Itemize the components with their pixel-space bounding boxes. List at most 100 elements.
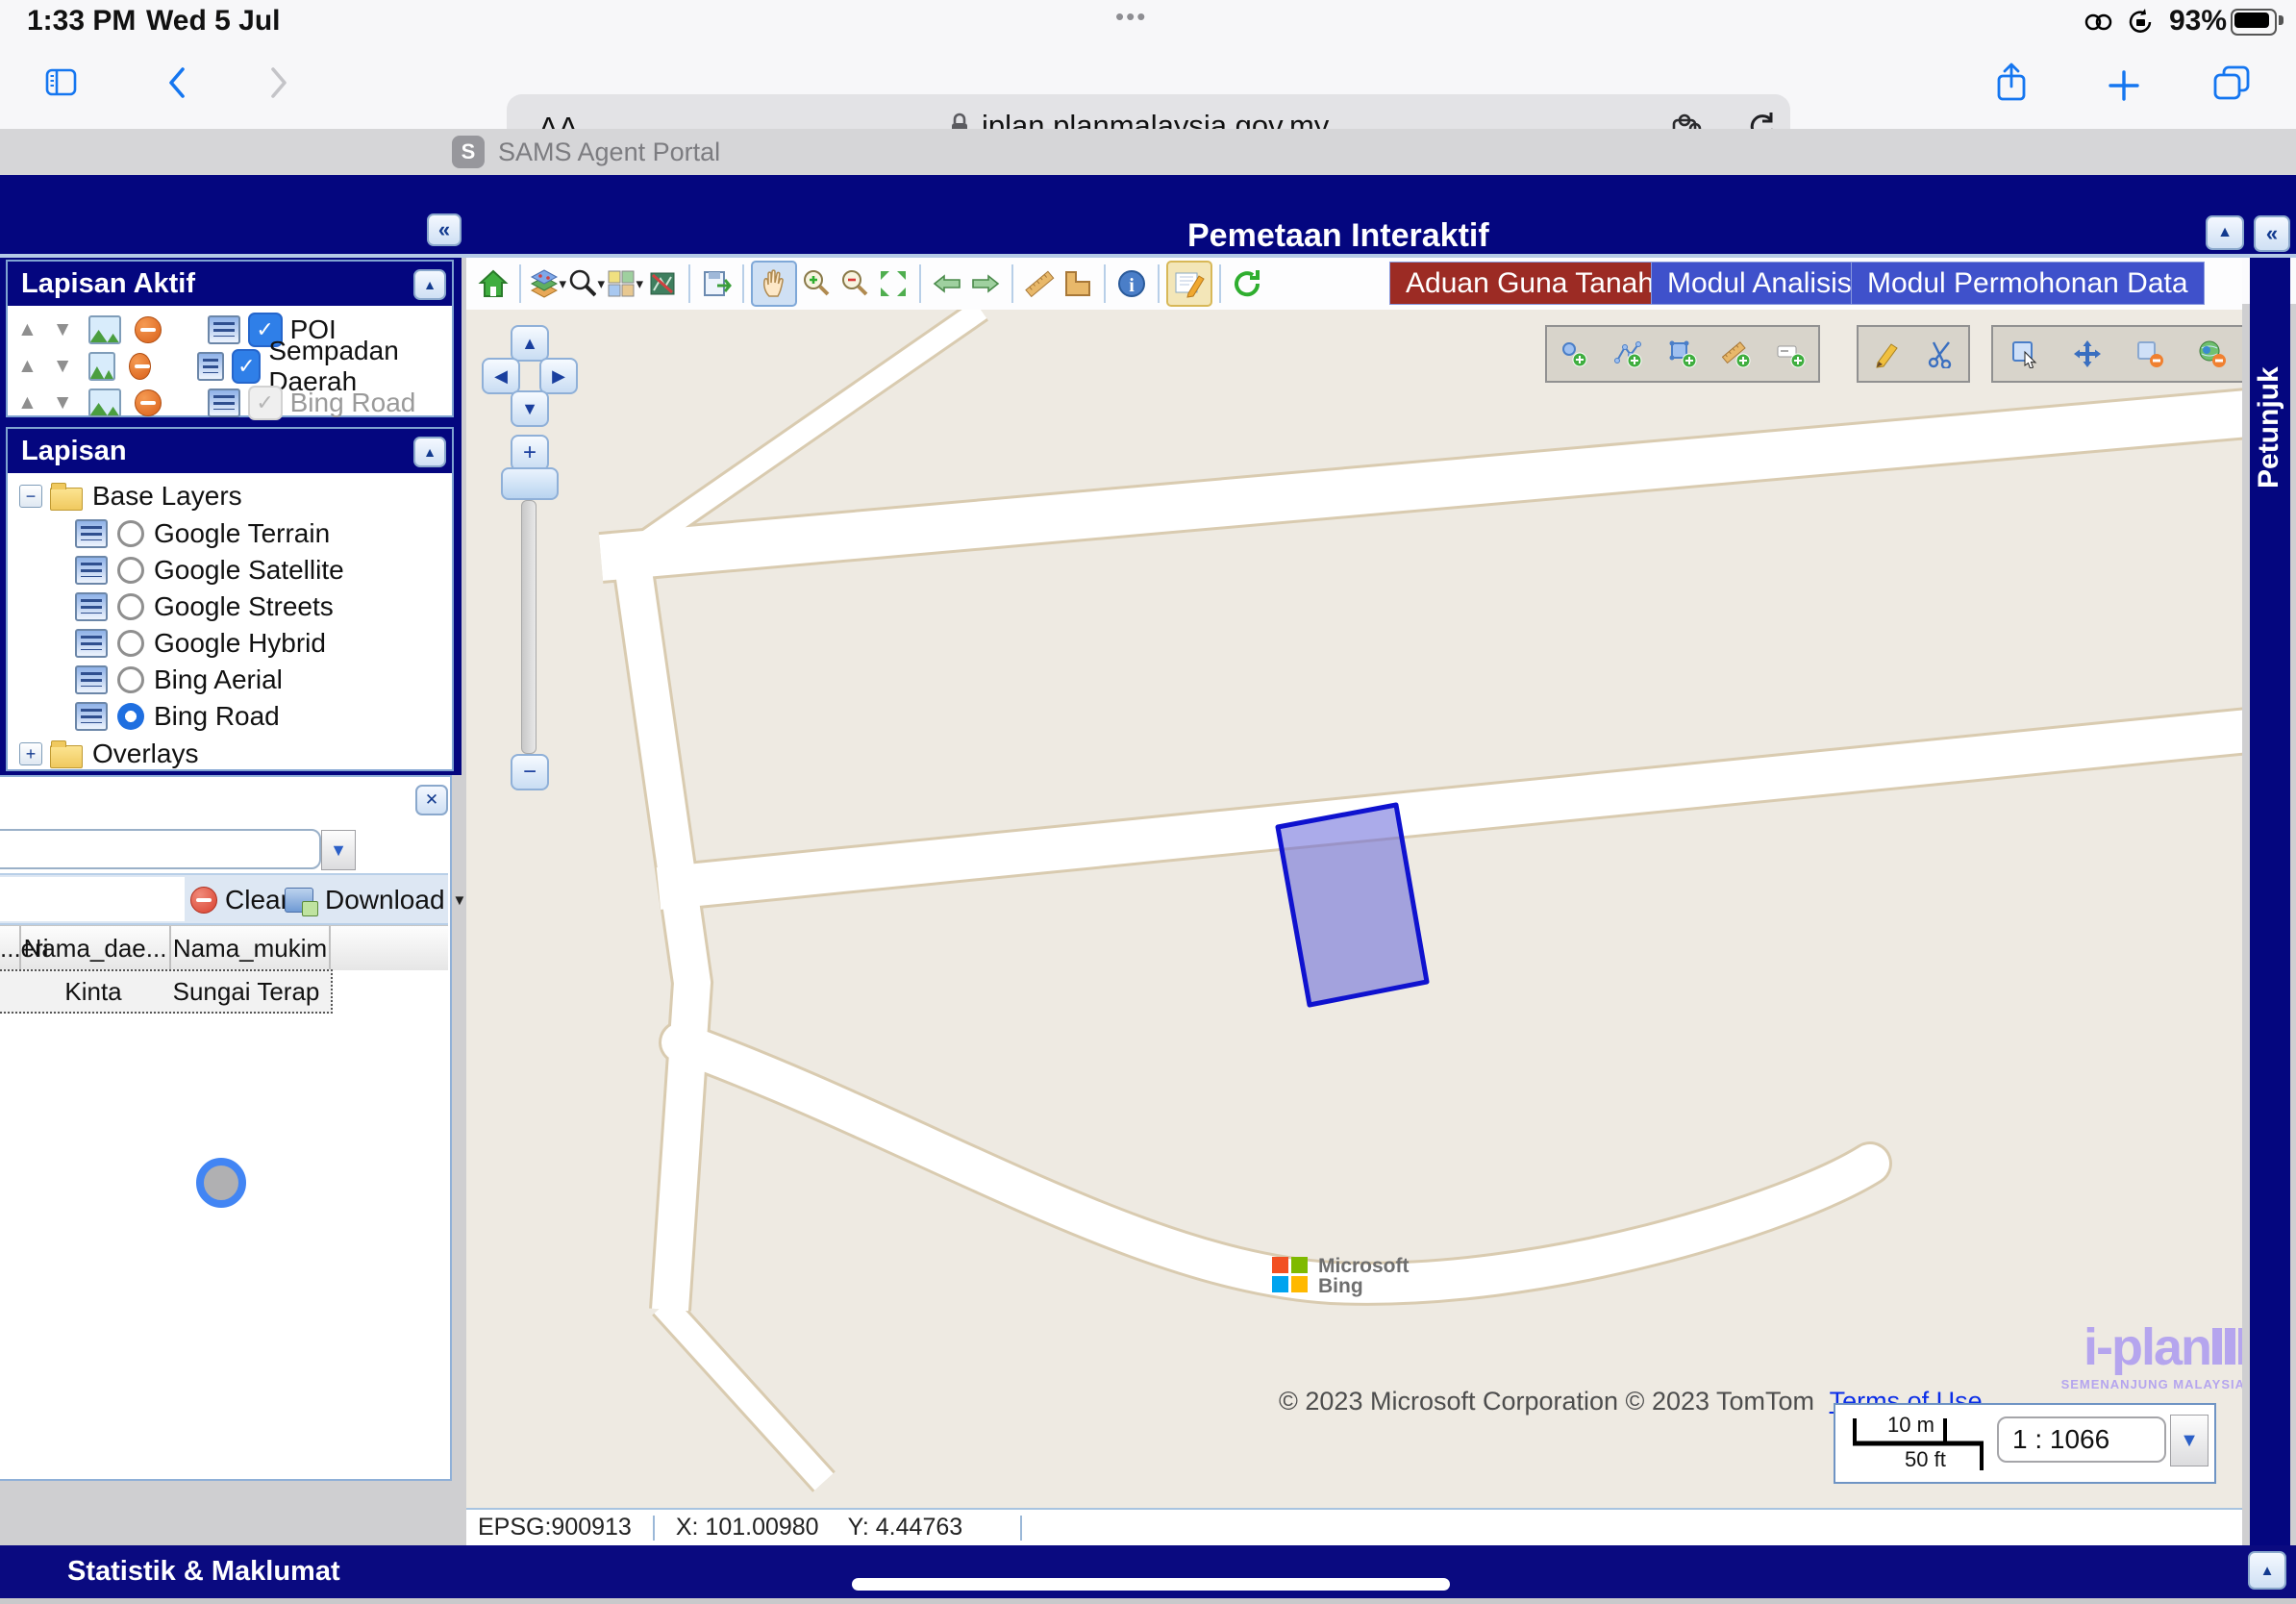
remove-layer-icon[interactable] xyxy=(129,353,151,380)
layer-preview-icon[interactable] xyxy=(88,388,121,417)
modul-analisis-button[interactable]: Modul Analisis xyxy=(1651,262,1868,305)
table-row[interactable]: Kinta Sungai Terap xyxy=(0,969,333,1014)
identify-info-icon[interactable]: i xyxy=(1112,263,1151,305)
next-extent-icon[interactable] xyxy=(966,263,1005,305)
move-layer-down-icon[interactable]: ▼ xyxy=(53,391,73,414)
cut-feature-scissors-icon[interactable] xyxy=(1927,339,1956,368)
expand-node-icon[interactable]: + xyxy=(19,742,42,765)
multitask-dots[interactable]: ••• xyxy=(1115,2,1147,32)
delete-feature-icon[interactable] xyxy=(2135,339,2164,368)
tabs-overview-icon[interactable] xyxy=(2211,63,2252,102)
remove-layer-icon[interactable] xyxy=(135,316,162,343)
home-indicator[interactable] xyxy=(852,1578,1450,1591)
legend-icon[interactable] xyxy=(75,665,108,694)
edit-map-tool-icon[interactable] xyxy=(1166,261,1212,307)
clear-button[interactable]: Clear xyxy=(190,885,289,915)
scale-select[interactable]: 1 : 1066 xyxy=(1997,1416,2166,1463)
radio-bing-aerial[interactable] xyxy=(117,666,144,693)
move-layer-down-icon[interactable]: ▼ xyxy=(53,318,73,341)
search-input[interactable] xyxy=(0,829,321,869)
close-results-panel-button[interactable]: ✕ xyxy=(415,785,448,815)
legend-icon[interactable] xyxy=(197,352,224,381)
column-daerah[interactable]: Nama_dae... xyxy=(21,934,169,964)
download-button[interactable]: Download ▼ xyxy=(285,885,466,915)
column-mukim[interactable]: Nama_mukim xyxy=(171,934,329,964)
legend-icon[interactable] xyxy=(208,388,240,417)
layer-checkbox-bingroad[interactable]: ✓ xyxy=(248,386,283,420)
new-tab-icon[interactable] xyxy=(2106,67,2142,104)
radio-google-satellite[interactable] xyxy=(117,557,144,584)
layers-menu-icon[interactable]: ▾ xyxy=(528,263,566,305)
zoom-menu-icon[interactable]: ▾ xyxy=(566,263,605,305)
petunjuk-label[interactable]: Petunjuk xyxy=(2253,277,2285,489)
aduan-guna-tanah-button[interactable]: Aduan Guna Tanah xyxy=(1389,262,1670,305)
legend-icon[interactable] xyxy=(75,629,108,658)
column-negeri[interactable]: ...eri xyxy=(0,934,17,964)
pan-tool-icon[interactable] xyxy=(751,261,797,307)
pan-right-button[interactable]: ▶ xyxy=(539,358,578,394)
share-icon[interactable] xyxy=(1992,62,2031,102)
map-canvas[interactable]: ▲ ◀ ▶ ▼ + − xyxy=(466,310,2242,1508)
basemap-gallery-icon[interactable]: ▾ xyxy=(605,263,643,305)
legend-icon[interactable] xyxy=(75,592,108,621)
radio-bing-road[interactable] xyxy=(117,703,144,730)
sidebar-toggle-icon[interactable] xyxy=(44,65,79,100)
draw-point-icon[interactable] xyxy=(1560,339,1588,368)
layer-preview-icon[interactable] xyxy=(88,352,115,381)
legend-icon[interactable] xyxy=(75,519,108,548)
zoom-in-tool-icon[interactable] xyxy=(797,263,836,305)
scale-select-chevron[interactable]: ▼ xyxy=(2170,1415,2209,1466)
draw-label-icon[interactable] xyxy=(1777,339,1806,368)
move-feature-icon[interactable] xyxy=(2073,339,2102,368)
back-icon[interactable] xyxy=(162,65,194,100)
clear-graphics-globe-icon[interactable] xyxy=(2198,339,2227,368)
radio-google-terrain[interactable] xyxy=(117,520,144,547)
move-layer-up-icon[interactable]: ▲ xyxy=(17,318,37,341)
zoom-in-button[interactable]: + xyxy=(511,435,549,471)
tree-node-overlays[interactable]: + Overlays xyxy=(8,735,452,773)
draw-measure-icon[interactable] xyxy=(1722,339,1751,368)
zoom-slider-track[interactable] xyxy=(521,500,537,754)
pan-left-button[interactable]: ◀ xyxy=(482,358,520,394)
collapse-header-button[interactable]: ▲ xyxy=(2206,215,2244,250)
refresh-map-icon[interactable] xyxy=(1228,263,1266,305)
collapse-lapisan-button[interactable]: ▲ xyxy=(413,437,446,467)
remove-layer-icon[interactable] xyxy=(135,389,162,416)
radio-google-streets[interactable] xyxy=(117,593,144,620)
zoom-out-tool-icon[interactable] xyxy=(836,263,874,305)
legend-icon[interactable] xyxy=(208,315,240,344)
move-layer-down-icon[interactable]: ▼ xyxy=(53,355,73,378)
draw-polygon-icon[interactable] xyxy=(1668,339,1697,368)
tab-sams[interactable]: S SAMS Agent Portal xyxy=(452,129,720,175)
tree-node-base-layers[interactable]: − Base Layers xyxy=(8,477,452,515)
edit-feature-pencil-icon[interactable] xyxy=(1872,339,1901,368)
legend-icon[interactable] xyxy=(75,702,108,731)
collapse-petunjuk-button[interactable]: « xyxy=(2254,215,2290,252)
forward-icon[interactable] xyxy=(262,65,294,100)
collapse-node-icon[interactable]: − xyxy=(19,485,42,508)
radio-google-hybrid[interactable] xyxy=(117,630,144,657)
legend-icon[interactable] xyxy=(75,556,108,585)
select-feature-icon[interactable] xyxy=(2010,339,2039,368)
full-extent-icon[interactable] xyxy=(874,263,912,305)
zoom-out-button[interactable]: − xyxy=(511,754,549,790)
pan-up-button[interactable]: ▲ xyxy=(511,325,549,362)
pan-down-button[interactable]: ▼ xyxy=(511,390,549,427)
zoom-slider-handle[interactable] xyxy=(501,467,559,500)
previous-extent-icon[interactable] xyxy=(928,263,966,305)
home-extent-icon[interactable] xyxy=(474,263,512,305)
clear-map-icon[interactable] xyxy=(643,263,682,305)
measure-distance-icon[interactable] xyxy=(1020,263,1059,305)
move-layer-up-icon[interactable]: ▲ xyxy=(17,391,37,414)
collapse-left-panel-button[interactable]: « xyxy=(427,213,462,246)
move-layer-up-icon[interactable]: ▲ xyxy=(17,355,37,378)
search-dropdown-button[interactable]: ▼ xyxy=(321,830,356,870)
draw-line-icon[interactable] xyxy=(1614,339,1643,368)
collapse-lapisan-aktif-button[interactable]: ▲ xyxy=(413,269,446,300)
modul-permohonan-data-button[interactable]: Modul Permohonan Data xyxy=(1851,262,2205,305)
save-session-icon[interactable] xyxy=(697,263,736,305)
measure-area-icon[interactable] xyxy=(1059,263,1097,305)
layer-preview-icon[interactable] xyxy=(88,315,121,344)
expand-statistik-button[interactable]: ▲ xyxy=(2248,1551,2286,1590)
layer-checkbox-sempadan[interactable]: ✓ xyxy=(232,349,261,384)
